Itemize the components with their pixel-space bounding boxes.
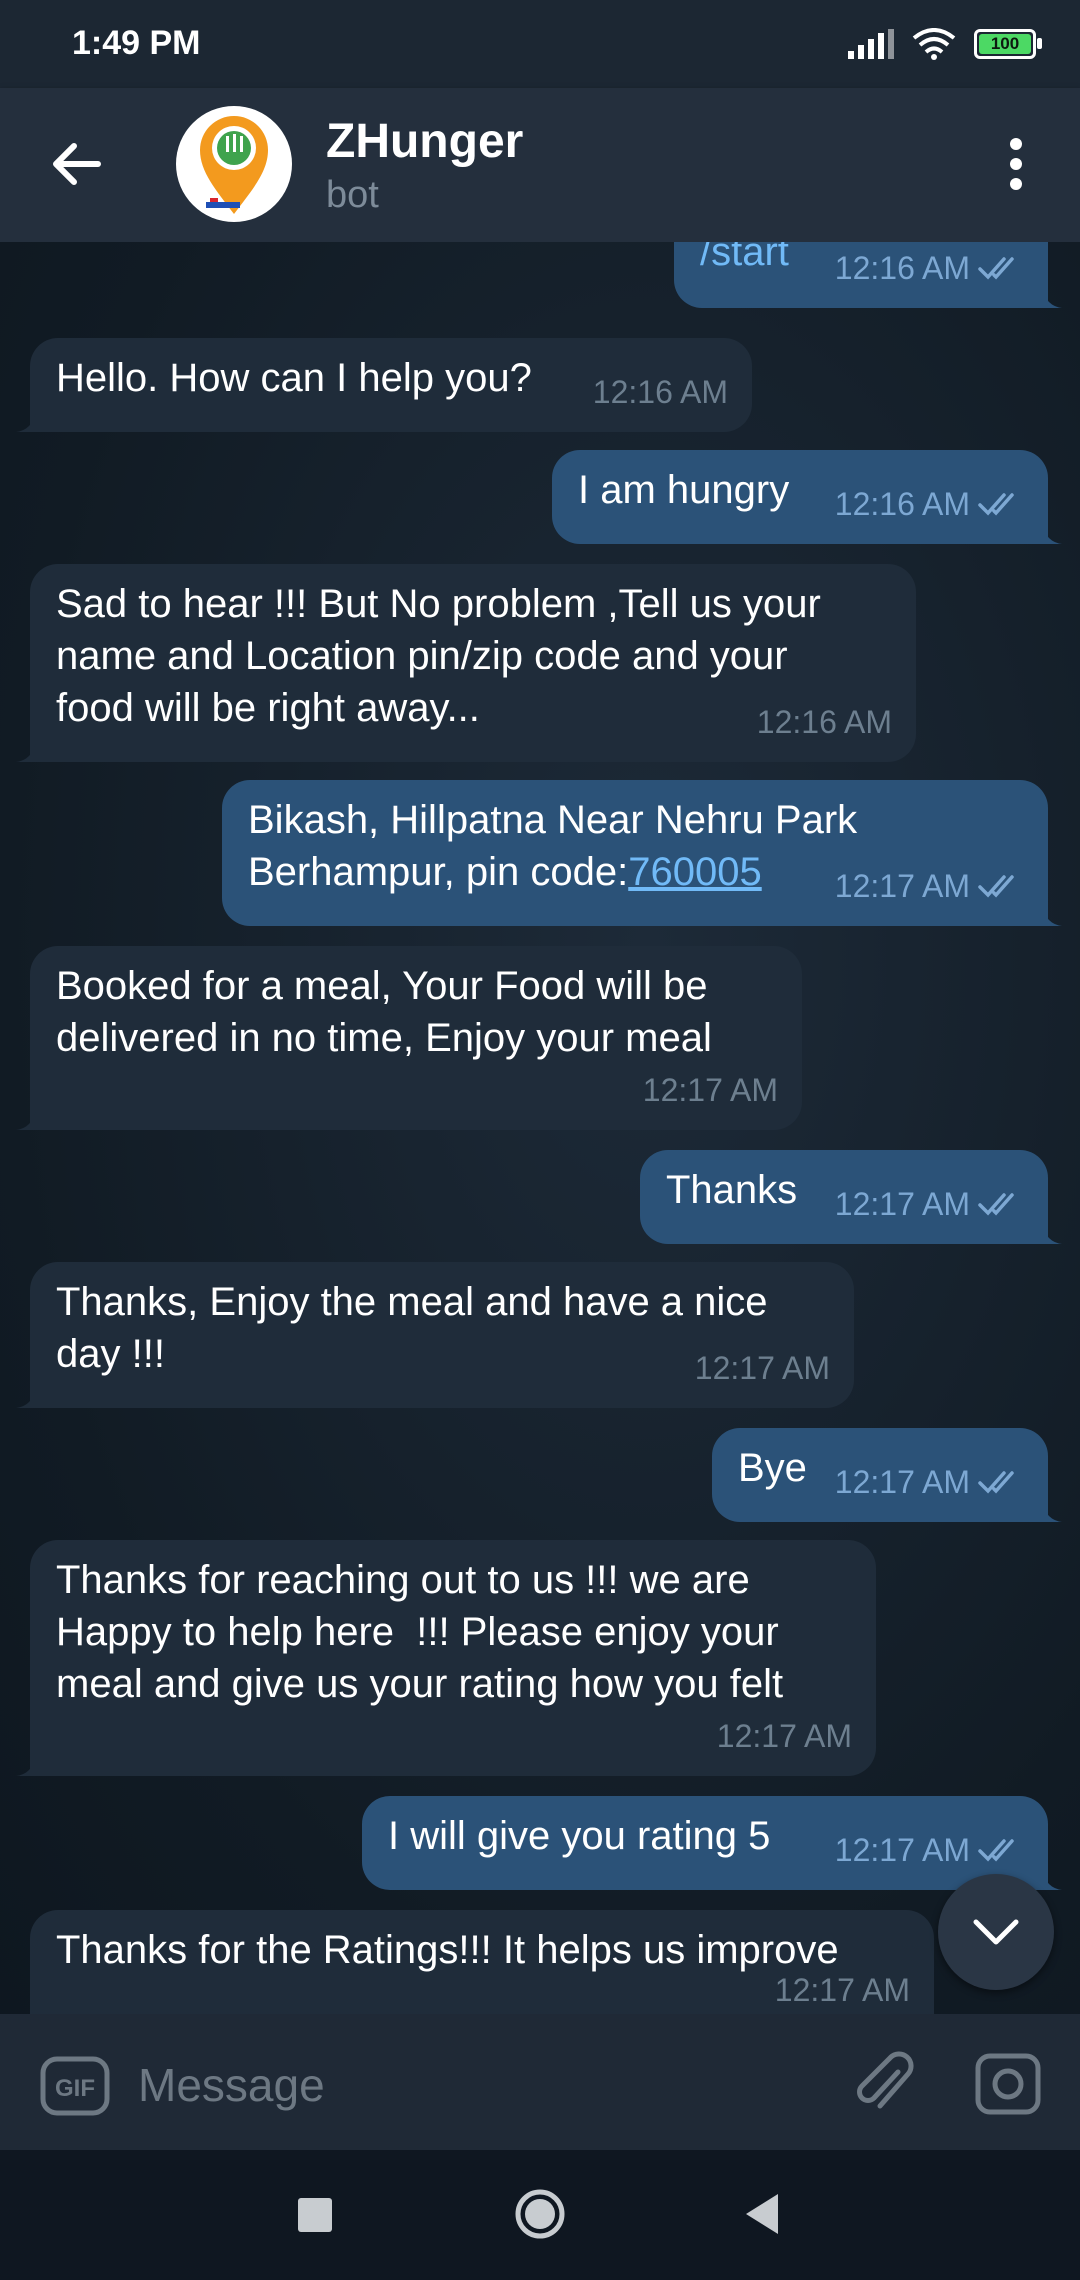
message-meta: 12:16 AM: [835, 242, 1024, 294]
signal-icon: [848, 29, 894, 59]
message-meta: 12:17 AM: [835, 860, 1024, 912]
chat-header: ZHunger bot: [0, 88, 1080, 242]
message-time: 12:17 AM: [716, 1718, 852, 1754]
message-meta: 12:16 AM: [835, 478, 1024, 530]
message-text: Thanks for the Ratings!!! It helps us im…: [56, 1928, 839, 1972]
wifi-icon: [912, 28, 956, 60]
message-time: 12:17 AM: [694, 1350, 830, 1386]
message-outgoing[interactable]: I am hungry 12:16 AM: [552, 450, 1062, 544]
chevron-down-icon: [973, 1919, 1019, 1945]
message-time: 12:16 AM: [834, 486, 970, 522]
message-text: Sad to hear !!! But No problem ,Tell us …: [56, 582, 821, 730]
message-text: I will give you rating 5: [388, 1814, 771, 1858]
chat-subtitle: bot: [326, 174, 379, 216]
nav-back-icon[interactable]: [742, 2192, 782, 2236]
message-incoming[interactable]: Thanks, Enjoy the meal and have a nice d…: [16, 1262, 854, 1408]
message-outgoing[interactable]: Bikash, Hillpatna Near Nehru Park Berham…: [222, 780, 1062, 926]
message-time: 12:17 AM: [834, 1464, 970, 1500]
message-meta: 12:16 AM: [757, 696, 892, 748]
gif-icon[interactable]: GIF: [40, 2056, 110, 2116]
message-meta: 12:17 AM: [717, 1710, 852, 1762]
message-text: Hello. How can I help you?: [56, 356, 532, 400]
message-meta: 12:16 AM: [593, 366, 728, 418]
status-bar: 1:49 PM 100: [0, 0, 1080, 88]
zhunger-logo-icon: [200, 116, 268, 214]
status-time: 1:49 PM: [72, 24, 201, 62]
message-meta: 12:17 AM: [835, 1178, 1024, 1230]
message-text: Thanks, Enjoy the meal and have a nice d…: [56, 1280, 768, 1376]
message-text: Booked for a meal, Your Food will be del…: [56, 964, 712, 1060]
double-check-icon: [978, 1839, 1014, 1862]
message-outgoing[interactable]: Thanks 12:17 AM: [640, 1150, 1062, 1244]
more-vert-icon[interactable]: [988, 132, 1044, 196]
message-input[interactable]: [136, 2044, 820, 2126]
message-meta: 12:17 AM: [835, 1824, 1024, 1876]
bot-avatar[interactable]: [176, 106, 292, 222]
chat-title: ZHunger: [326, 115, 524, 168]
message-incoming[interactable]: Thanks for reaching out to us !!! we are…: [16, 1540, 876, 1776]
message-time: 12:16 AM: [592, 374, 728, 410]
back-arrow-icon[interactable]: [44, 132, 108, 196]
message-text: Thanks: [666, 1168, 798, 1212]
message-meta: 12:17 AM: [643, 1064, 778, 1116]
double-check-icon: [978, 875, 1014, 898]
message-text: Bye: [738, 1446, 807, 1490]
status-icons: 100: [848, 28, 1042, 60]
message-meta: 12:17 AM: [835, 1456, 1024, 1508]
message-outgoing[interactable]: /start 12:16 AM: [674, 242, 1062, 308]
system-nav-bar: [0, 2150, 1080, 2280]
scroll-to-bottom-button[interactable]: [938, 1874, 1054, 1990]
command-link[interactable]: /start: [700, 242, 789, 274]
double-check-icon: [978, 493, 1014, 516]
paperclip-icon[interactable]: [852, 2050, 916, 2118]
message-composer: GIF: [0, 2014, 1080, 2150]
battery-icon: 100: [974, 29, 1042, 59]
message-outgoing[interactable]: Bye 12:17 AM: [712, 1428, 1062, 1522]
message-time: 12:17 AM: [642, 1072, 778, 1108]
message-time: 12:17 AM: [834, 1832, 970, 1868]
message-outgoing[interactable]: I will give you rating 5 12:17 AM: [362, 1796, 1062, 1890]
message-meta: 12:17 AM: [775, 1964, 910, 2014]
message-time: 12:17 AM: [834, 868, 970, 904]
message-meta: 12:17 AM: [695, 1342, 830, 1394]
double-check-icon: [978, 1471, 1014, 1494]
message-incoming[interactable]: Sad to hear !!! But No problem ,Tell us …: [16, 564, 916, 762]
svg-text:GIF: GIF: [55, 2075, 95, 2102]
camera-icon[interactable]: [972, 2050, 1044, 2118]
message-incoming[interactable]: Booked for a meal, Your Food will be del…: [16, 946, 802, 1130]
message-time: 12:16 AM: [756, 704, 892, 740]
recents-icon[interactable]: [298, 2198, 332, 2232]
message-incoming[interactable]: Thanks for the Ratings!!! It helps us im…: [30, 1910, 934, 2014]
message-text: I am hungry: [578, 468, 790, 512]
message-text: Thanks for reaching out to us !!! we are…: [56, 1558, 784, 1706]
message-time: 12:17 AM: [774, 1972, 910, 2008]
battery-level: 100: [990, 34, 1020, 53]
message-list[interactable]: /start 12:16 AM Hello. How can I help yo…: [0, 242, 1080, 2014]
message-text-line1: Bikash, Hillpatna Near Nehru Park: [248, 798, 858, 842]
message-time: 12:17 AM: [834, 1186, 970, 1222]
pincode-link[interactable]: 760005: [628, 850, 761, 894]
message-time: 12:16 AM: [834, 250, 970, 286]
message-text-line2: Berhampur, pin code:: [248, 850, 629, 894]
message-incoming[interactable]: Hello. How can I help you? 12:16 AM: [16, 338, 752, 432]
home-icon[interactable]: [514, 2188, 566, 2240]
double-check-icon: [978, 257, 1014, 280]
double-check-icon: [978, 1193, 1014, 1216]
